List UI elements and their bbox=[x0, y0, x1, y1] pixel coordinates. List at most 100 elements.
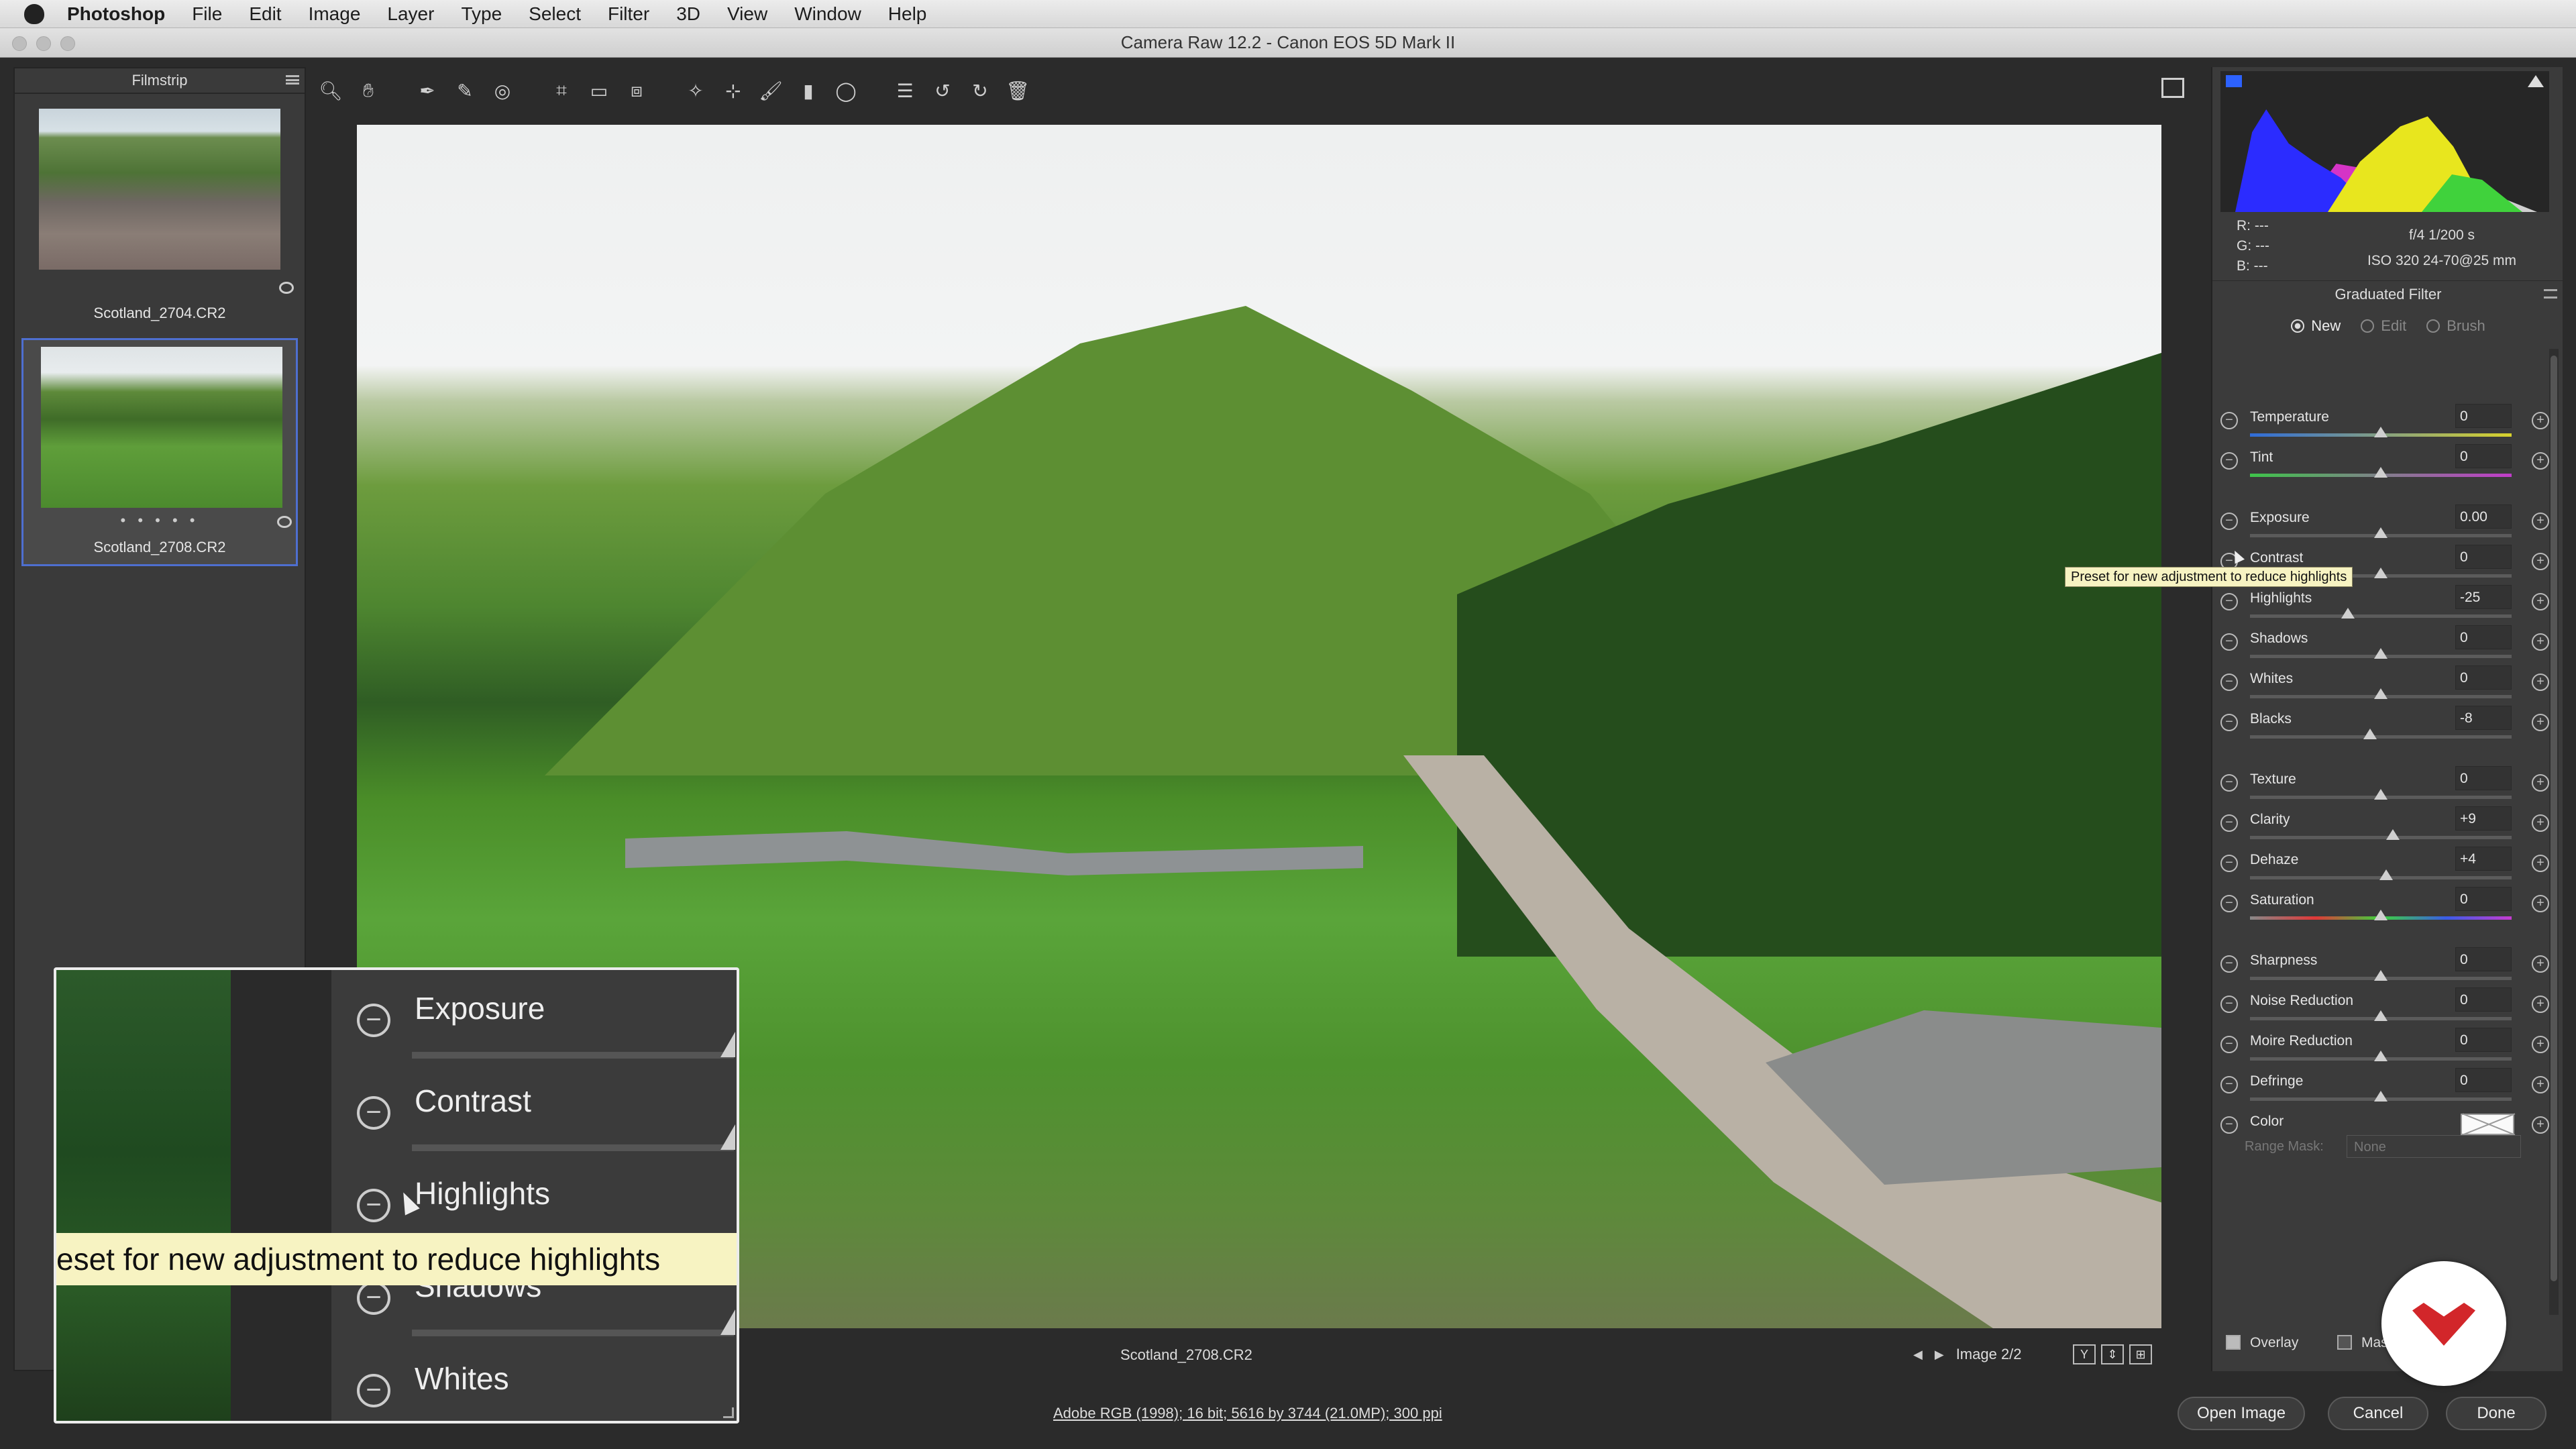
slider-value-field[interactable]: 0 bbox=[2455, 545, 2512, 569]
slider-value-field[interactable]: 0 bbox=[2455, 887, 2512, 911]
spot-removal-icon[interactable]: ✧ bbox=[680, 75, 711, 106]
targeted-adjustment-icon[interactable]: ◎ bbox=[487, 75, 518, 106]
decrease-icon[interactable]: − bbox=[2220, 996, 2238, 1013]
slider-thumb[interactable] bbox=[2374, 1010, 2387, 1021]
increase-icon[interactable]: + bbox=[2532, 855, 2549, 872]
slider-thumb[interactable] bbox=[2374, 1051, 2387, 1061]
slider-thumb[interactable] bbox=[2374, 427, 2387, 437]
increase-icon[interactable]: + bbox=[2532, 1036, 2549, 1053]
increase-icon[interactable]: + bbox=[2532, 1116, 2549, 1134]
menu-3d[interactable]: 3D bbox=[676, 3, 700, 25]
decrease-icon[interactable]: − bbox=[2220, 714, 2238, 731]
slider-value-field[interactable]: 0 bbox=[2455, 987, 2512, 1012]
menu-layer[interactable]: Layer bbox=[387, 3, 434, 25]
decrease-icon[interactable]: − bbox=[2220, 774, 2238, 792]
slider-value-field[interactable]: 0 bbox=[2455, 625, 2512, 649]
hand-icon[interactable]: ✋︎ bbox=[353, 75, 384, 106]
decrease-icon[interactable]: − bbox=[2220, 674, 2238, 691]
slider-value-field[interactable]: 0 bbox=[2455, 1068, 2512, 1092]
transform-icon[interactable]: ⧈ bbox=[621, 75, 652, 106]
increase-icon[interactable]: + bbox=[2532, 452, 2549, 470]
scrollbar-knob[interactable] bbox=[2551, 356, 2557, 1281]
close-window-button[interactable] bbox=[12, 36, 27, 51]
open-image-button[interactable]: Open Image bbox=[2178, 1397, 2305, 1430]
white-balance-icon[interactable]: ✒ bbox=[412, 75, 443, 106]
before-after-toggle-button[interactable]: Y bbox=[2073, 1344, 2096, 1364]
slider-value-field[interactable]: 0 bbox=[2455, 947, 2512, 971]
zoom-icon[interactable]: 🔍︎ bbox=[315, 75, 346, 106]
straighten-icon[interactable]: ▭ bbox=[584, 75, 614, 106]
decrease-icon[interactable]: − bbox=[2220, 1116, 2238, 1134]
mode-brush[interactable]: Brush bbox=[2426, 317, 2485, 335]
previous-image-icon[interactable]: ◀ bbox=[1913, 1348, 1923, 1362]
mode-edit[interactable]: Edit bbox=[2361, 317, 2406, 335]
panel-scrollbar[interactable] bbox=[2549, 349, 2559, 1315]
increase-icon[interactable]: + bbox=[2532, 1076, 2549, 1093]
slider-value-field[interactable]: -8 bbox=[2455, 706, 2512, 730]
slider-thumb[interactable] bbox=[2385, 829, 2400, 840]
slider-thumb[interactable] bbox=[2374, 789, 2387, 800]
slider-value-field[interactable]: 0 bbox=[2455, 444, 2512, 468]
minimize-window-button[interactable] bbox=[36, 36, 51, 51]
filmstrip-menu-icon[interactable] bbox=[286, 75, 299, 85]
adjustment-brush-icon[interactable]: 🖌︎ bbox=[755, 75, 786, 106]
slider-thumb[interactable] bbox=[2374, 688, 2387, 699]
menu-window[interactable]: Window bbox=[794, 3, 861, 25]
decrease-icon[interactable]: − bbox=[2220, 895, 2238, 912]
increase-icon[interactable]: + bbox=[2532, 774, 2549, 792]
menu-help[interactable]: Help bbox=[888, 3, 927, 25]
mask-checkbox[interactable] bbox=[2337, 1335, 2352, 1350]
slider-thumb[interactable] bbox=[2374, 648, 2387, 659]
increase-icon[interactable]: + bbox=[2532, 633, 2549, 651]
shadow-clipping-warning-icon[interactable] bbox=[2226, 75, 2242, 87]
decrease-icon[interactable]: − bbox=[2220, 1076, 2238, 1093]
menu-type[interactable]: Type bbox=[461, 3, 502, 25]
range-mask-select[interactable]: None bbox=[2347, 1135, 2521, 1158]
menu-file[interactable]: File bbox=[192, 3, 222, 25]
increase-icon[interactable]: + bbox=[2532, 895, 2549, 912]
increase-icon[interactable]: + bbox=[2532, 553, 2549, 570]
menu-filter[interactable]: Filter bbox=[608, 3, 649, 25]
cancel-button[interactable]: Cancel bbox=[2328, 1397, 2428, 1430]
menu-image[interactable]: Image bbox=[309, 3, 361, 25]
menu-select[interactable]: Select bbox=[529, 3, 581, 25]
slider-value-field[interactable]: 0 bbox=[2455, 404, 2512, 428]
slider-track[interactable] bbox=[2250, 836, 2512, 839]
decrease-icon[interactable]: − bbox=[2220, 633, 2238, 651]
color-swatch[interactable] bbox=[2461, 1114, 2514, 1135]
swap-before-after-button[interactable]: ⇕ bbox=[2101, 1344, 2124, 1364]
graduated-filter-icon[interactable]: ▮ bbox=[793, 75, 824, 106]
slider-thumb[interactable] bbox=[2374, 910, 2387, 920]
overlay-checkbox[interactable] bbox=[2226, 1335, 2241, 1350]
trash-icon[interactable]: 🗑︎ bbox=[1002, 75, 1033, 106]
menu-app-name[interactable]: Photoshop bbox=[67, 3, 165, 25]
slider-thumb[interactable] bbox=[2379, 869, 2393, 880]
increase-icon[interactable]: + bbox=[2532, 513, 2549, 530]
decrease-icon[interactable]: − bbox=[2220, 513, 2238, 530]
crop-icon[interactable]: ⌗ bbox=[546, 75, 577, 106]
increase-icon[interactable]: + bbox=[2532, 593, 2549, 610]
decrease-icon[interactable]: − bbox=[2220, 593, 2238, 610]
mode-new[interactable]: New bbox=[2291, 317, 2341, 335]
slider-thumb[interactable] bbox=[2341, 608, 2355, 619]
slider-value-field[interactable]: +4 bbox=[2455, 847, 2512, 871]
zoom-window-button[interactable] bbox=[60, 36, 75, 51]
toggle-fullscreen-icon[interactable] bbox=[2161, 78, 2184, 98]
done-button[interactable]: Done bbox=[2446, 1397, 2546, 1430]
color-sampler-icon[interactable]: ✎ bbox=[449, 75, 480, 106]
slider-thumb[interactable] bbox=[2363, 729, 2377, 739]
increase-icon[interactable]: + bbox=[2532, 412, 2549, 429]
red-eye-icon[interactable]: ⊹ bbox=[718, 75, 749, 106]
increase-icon[interactable]: + bbox=[2532, 814, 2549, 832]
copy-settings-button[interactable]: ⊞ bbox=[2129, 1344, 2152, 1364]
decrease-icon[interactable]: − bbox=[2220, 855, 2238, 872]
rotate-left-icon[interactable]: ↺ bbox=[927, 75, 958, 106]
slider-thumb[interactable] bbox=[2374, 970, 2387, 981]
slider-value-field[interactable]: +9 bbox=[2455, 806, 2512, 830]
increase-icon[interactable]: + bbox=[2532, 674, 2549, 691]
menu-view[interactable]: View bbox=[727, 3, 767, 25]
next-image-icon[interactable]: ▶ bbox=[1935, 1348, 1944, 1362]
slider-thumb[interactable] bbox=[2374, 568, 2387, 578]
highlight-clipping-warning-icon[interactable] bbox=[2528, 75, 2544, 87]
decrease-icon[interactable]: − bbox=[2220, 412, 2238, 429]
